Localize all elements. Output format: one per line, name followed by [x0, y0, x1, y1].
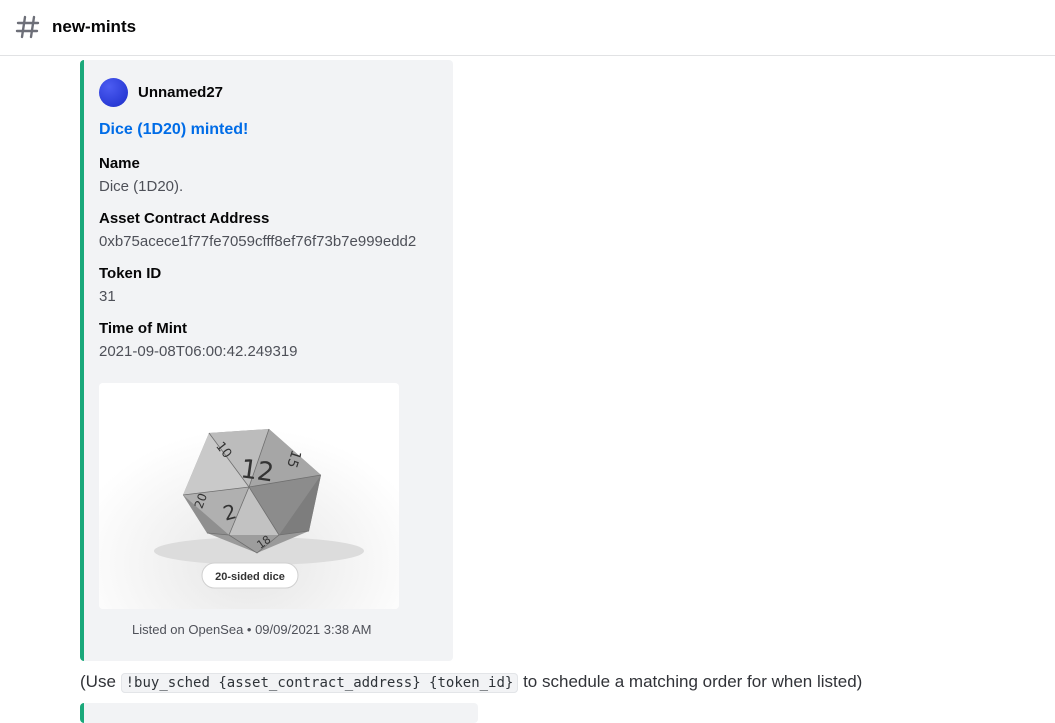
- usage-hint-suffix: to schedule a matching order for when li…: [518, 672, 863, 691]
- field-label: Time of Mint: [99, 320, 188, 337]
- image-caption: 20-sided dice: [215, 571, 285, 583]
- hash-icon: [15, 15, 40, 39]
- usage-hint: (Use !buy_sched {asset_contract_address}…: [80, 672, 863, 693]
- usage-hint-prefix: (Use: [80, 672, 121, 691]
- field-name: Name Dice (1D20).: [99, 154, 183, 197]
- embed-footer: Listed on OpenSea • 09/09/2021 3:38 AM: [132, 622, 372, 637]
- command-code: !buy_sched {asset_contract_address} {tok…: [120, 673, 519, 693]
- field-time-of-mint: Time of Mint 2021-09-08T06:00:42.249319: [99, 319, 298, 362]
- field-label: Token ID: [99, 265, 162, 282]
- mint-embed: Unnamed27 Dice (1D20) minted! Name Dice …: [80, 60, 453, 661]
- field-value: 31: [99, 288, 116, 305]
- field-value: 2021-09-08T06:00:42.249319: [99, 343, 298, 360]
- field-asset-contract-address: Asset Contract Address 0xb75acece1f77fe7…: [99, 209, 416, 252]
- field-label: Asset Contract Address: [99, 210, 270, 227]
- svg-text:12: 12: [239, 454, 276, 488]
- embed-image[interactable]: 12 10 15 2 20 18 20-sided dice: [99, 383, 399, 609]
- embed-author: Unnamed27: [99, 78, 223, 107]
- field-token-id: Token ID 31: [99, 264, 161, 307]
- d20-dice-image: 12 10 15 2 20 18 20-sided dice: [99, 383, 399, 609]
- field-value: Dice (1D20).: [99, 178, 184, 195]
- avatar[interactable]: [99, 78, 128, 107]
- channel-name[interactable]: new-mints: [52, 17, 136, 37]
- next-embed-partial: [80, 703, 478, 723]
- embed-title-link[interactable]: Dice (1D20) minted!: [99, 121, 248, 139]
- channel-header: new-mints: [0, 0, 1055, 56]
- field-label: Name: [99, 155, 140, 172]
- author-name[interactable]: Unnamed27: [138, 84, 223, 101]
- field-value: 0xb75acece1f77fe7059cfff8ef76f73b7e999ed…: [99, 233, 417, 250]
